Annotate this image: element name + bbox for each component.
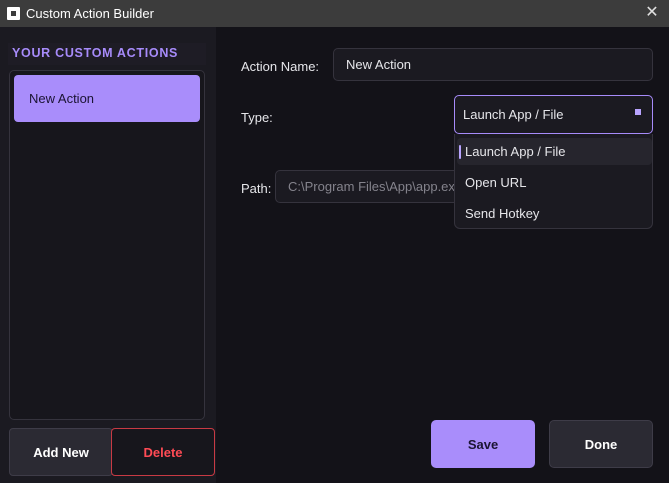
close-icon[interactable]: ✕: [643, 4, 661, 22]
sidebar-title: YOUR CUSTOM ACTIONS: [12, 46, 179, 60]
sidebar-header: YOUR CUSTOM ACTIONS: [8, 43, 206, 65]
title-bar: Custom Action Builder ✕: [0, 0, 669, 27]
action-name-input[interactable]: New Action: [333, 48, 653, 81]
path-label: Path:: [241, 181, 272, 196]
save-button[interactable]: Save: [431, 420, 535, 468]
dropdown-option-url[interactable]: Open URL: [457, 169, 652, 196]
dropdown-option-hotkey[interactable]: Send Hotkey: [457, 200, 652, 227]
sidebar: YOUR CUSTOM ACTIONS New Action Add New D…: [0, 27, 216, 483]
type-dropdown-menu: Launch App / File Open URL Send Hotkey: [454, 134, 653, 229]
type-label: Type:: [241, 110, 273, 125]
path-input[interactable]: C:\Program Files\App\app.exe: [275, 170, 475, 203]
add-new-button[interactable]: Add New: [9, 428, 113, 476]
delete-button[interactable]: Delete: [111, 428, 215, 476]
done-button[interactable]: Done: [549, 420, 653, 468]
dropdown-option-launch[interactable]: Launch App / File: [457, 138, 652, 165]
list-item[interactable]: New Action: [14, 75, 200, 122]
window-title: Custom Action Builder: [26, 6, 154, 21]
action-list: New Action: [9, 70, 205, 420]
type-select[interactable]: Launch App / File: [454, 95, 653, 134]
type-select-value: Launch App / File: [463, 107, 564, 122]
action-name-label: Action Name:: [241, 59, 320, 74]
chevron-down-icon: [635, 109, 641, 115]
list-item-label: New Action: [29, 91, 95, 106]
app-icon: [7, 7, 20, 20]
